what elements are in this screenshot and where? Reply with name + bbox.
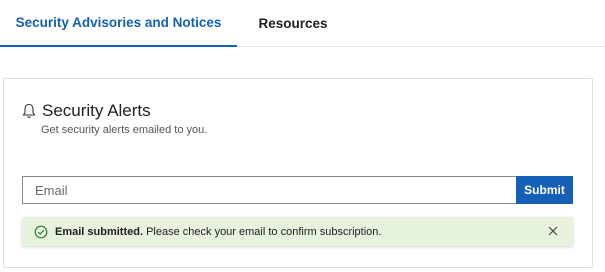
security-alerts-card: Security Alerts Get security alerts emai… xyxy=(3,78,593,268)
card-title: Security Alerts xyxy=(42,101,151,120)
tab-resources[interactable]: Resources xyxy=(237,0,349,47)
close-icon[interactable] xyxy=(547,225,559,237)
tab-bar: Security Advisories and Notices Resource… xyxy=(0,0,605,47)
submit-button[interactable]: Submit xyxy=(516,176,573,204)
email-input[interactable] xyxy=(22,176,516,204)
card-subtitle: Get security alerts emailed to you. xyxy=(41,124,208,136)
tab-label: Security Advisories and Notices xyxy=(15,15,222,30)
bell-icon xyxy=(22,103,36,119)
alert-strong-text: Email submitted. xyxy=(55,225,144,238)
alert-message: Email submitted. Please check your email… xyxy=(55,226,381,238)
tab-security-advisories[interactable]: Security Advisories and Notices xyxy=(0,0,237,47)
card-header: Security Alerts xyxy=(22,101,151,121)
check-circle-icon xyxy=(34,225,48,239)
alert-detail-text: Please check your email to confirm subsc… xyxy=(143,225,382,238)
tab-label: Resources xyxy=(258,16,328,31)
success-alert: Email submitted. Please check your email… xyxy=(22,217,573,246)
